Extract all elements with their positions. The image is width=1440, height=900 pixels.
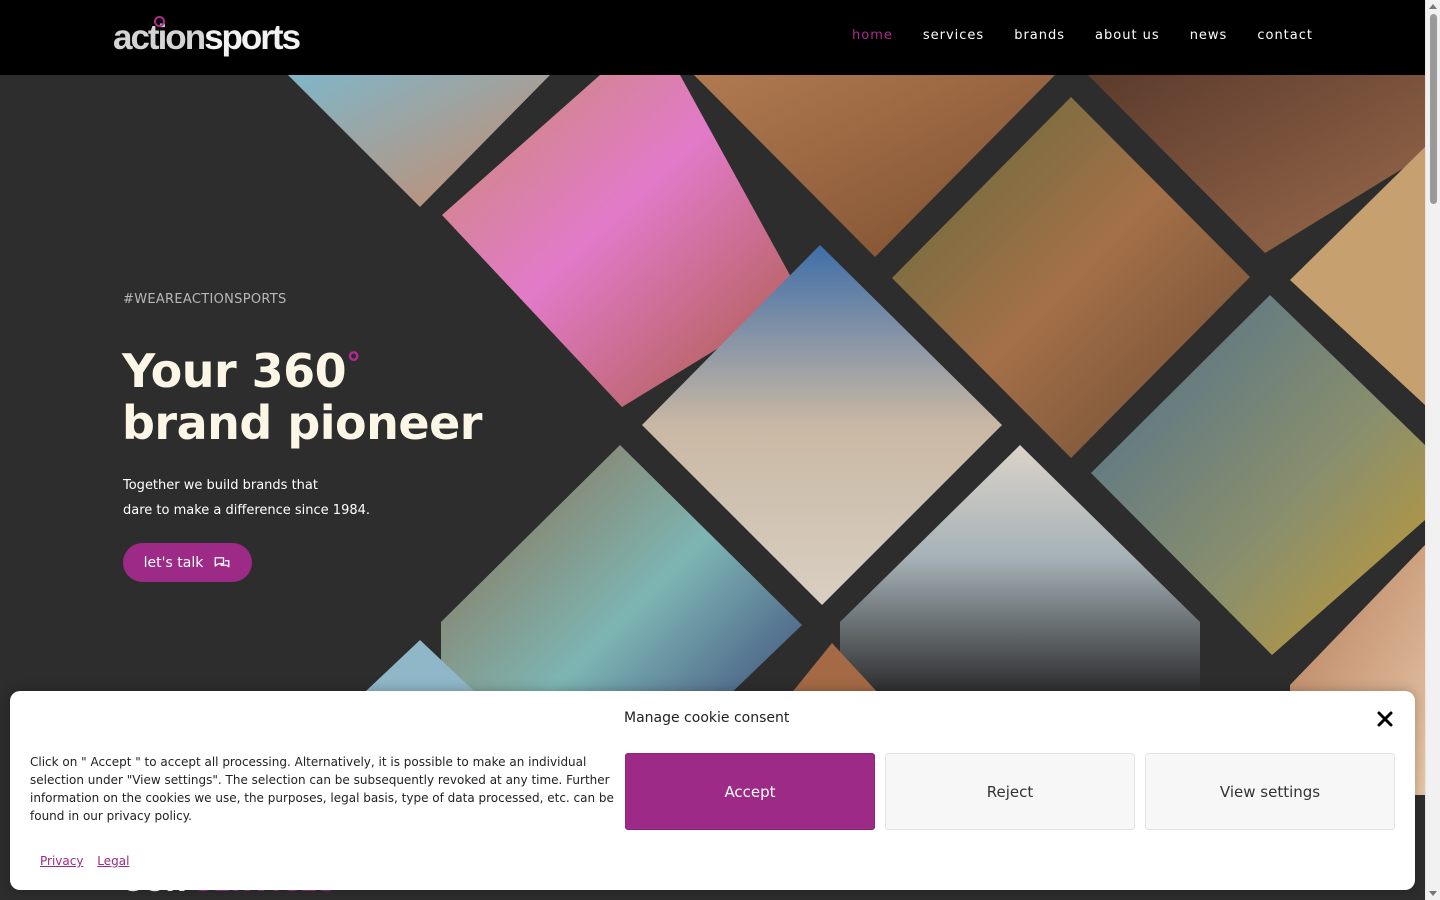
headline-line2: brand pioneer [122, 396, 482, 450]
privacy-link[interactable]: Privacy [40, 854, 83, 868]
lets-talk-button[interactable]: let's talk [123, 543, 252, 582]
cookie-consent-banner: Manage cookie consent Click on " Accept … [10, 691, 1415, 890]
nav-news[interactable]: news [1190, 26, 1228, 46]
accept-button[interactable]: Accept [625, 753, 875, 830]
nav-brands[interactable]: brands [1014, 26, 1065, 46]
lets-talk-label: let's talk [143, 554, 204, 571]
scroll-up-arrow-icon[interactable] [1429, 4, 1437, 9]
nav-home[interactable]: home [852, 26, 893, 46]
chat-bubbles-icon [214, 556, 230, 567]
logo-text-sports: sports [204, 18, 301, 57]
hero-subtext-line2: dare to make a difference since 1984. [123, 503, 371, 518]
hero-headline: Your 360° brand pioneer [122, 345, 482, 449]
headline-line1: Your 360 [122, 344, 347, 398]
logo-ring-icon [154, 16, 165, 27]
nav-contact[interactable]: contact [1257, 26, 1313, 46]
main-nav: home services brands about us news conta… [822, 26, 1313, 46]
degree-symbol: ° [346, 347, 361, 382]
nav-about-us[interactable]: about us [1095, 26, 1160, 46]
actionsports-logo[interactable]: actionsports [113, 16, 301, 60]
scrollbar-thumb[interactable] [1430, 14, 1437, 204]
cookie-description: Click on " Accept " to accept all proces… [30, 755, 614, 823]
cookie-links: Privacy Legal [40, 854, 139, 868]
legal-link[interactable]: Legal [97, 854, 129, 868]
hero-subtext: Together we build brands that dare to ma… [123, 473, 370, 523]
cookie-title: Manage cookie consent [624, 710, 790, 726]
site-header: actionsports home services brands about … [0, 0, 1425, 75]
reject-button[interactable]: Reject [885, 753, 1135, 830]
hero-subtext-line1: Together we build brands that [123, 478, 318, 493]
view-settings-button[interactable]: View settings [1145, 753, 1395, 830]
page-scrollbar[interactable] [1425, 0, 1440, 900]
close-icon[interactable] [1374, 708, 1396, 730]
nav-services[interactable]: services [923, 26, 984, 46]
scroll-down-arrow-icon[interactable] [1429, 891, 1437, 896]
hero-tagline: #WEAREACTIONSPORTS [123, 292, 287, 307]
